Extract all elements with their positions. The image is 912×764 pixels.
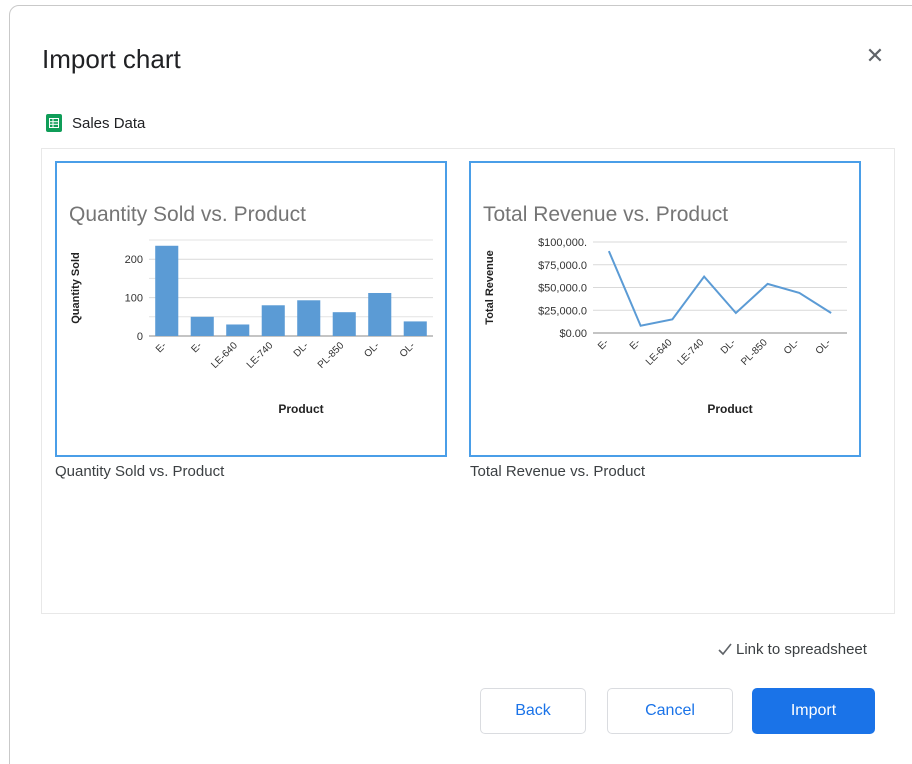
x-tick-label: DL- (719, 337, 738, 356)
x-tick-label: OL- (362, 340, 382, 360)
google-sheets-icon (46, 114, 62, 132)
cancel-button[interactable]: Cancel (607, 688, 733, 734)
series-line (607, 250, 832, 327)
x-tick-label: OL- (814, 337, 834, 357)
close-icon[interactable]: ✕ (863, 44, 887, 68)
x-tick-label: PL-850 (739, 337, 770, 368)
bar (226, 324, 250, 336)
source-name: Sales Data (72, 114, 146, 132)
y-tick-label: $100,000. (538, 237, 587, 249)
link-to-spreadsheet-checkbox[interactable]: Link to spreadsheet (716, 640, 867, 658)
x-tick-label: DL- (292, 340, 311, 359)
x-tick-label: OL- (398, 340, 418, 360)
x-tick-label: E- (190, 340, 205, 355)
chart-caption-total-revenue: Total Revenue vs. Product (470, 463, 646, 480)
bar (190, 316, 214, 336)
y-tick-label: $50,000.0 (538, 283, 587, 295)
x-tick-label: E- (154, 340, 169, 355)
x-axis-label: Product (278, 402, 323, 416)
chart-title: Total Revenue vs. Product (483, 203, 728, 226)
x-tick-label: LE-640 (209, 340, 240, 371)
y-axis-label: Quantity Sold (70, 252, 82, 324)
y-tick-label: 200 (125, 254, 143, 266)
x-tick-label: PL-850 (316, 340, 347, 371)
bar (332, 312, 356, 336)
link-to-spreadsheet-label: Link to spreadsheet (736, 640, 867, 658)
chart-card-total-revenue[interactable]: Total Revenue vs. Product $0.00 $25,000.0 $… (469, 161, 861, 457)
dialog-title: Import chart (42, 44, 181, 74)
bar (368, 292, 392, 336)
y-axis-label: Total Revenue (484, 250, 496, 324)
total-revenue-chart: Total Revenue vs. Product $0.00 $25,000.0 $… (483, 203, 847, 416)
x-tick-label: LE-740 (676, 337, 707, 368)
checkmark-icon (718, 643, 732, 656)
x-tick-label: E- (628, 337, 643, 352)
x-tick-label: E- (596, 337, 611, 352)
bar (155, 245, 179, 336)
y-tick-label: 0 (137, 331, 143, 343)
chart-card-quantity-sold[interactable]: Quantity Sold vs. Product 0 100 200 E- E- LE-6… (55, 161, 447, 457)
y-tick-label: 100 (125, 293, 143, 305)
y-tick-label: $75,000.0 (538, 260, 587, 272)
x-axis-label: Product (707, 402, 752, 416)
bar (403, 321, 427, 336)
chart-gallery: Quantity Sold vs. Product 0 100 200 E- E- LE-6… (41, 148, 895, 614)
quantity-sold-chart: Quantity Sold vs. Product 0 100 200 E- E- LE-6… (69, 203, 433, 416)
bar (297, 300, 321, 336)
y-tick-label: $0.00 (559, 328, 587, 340)
chart-caption-quantity-sold: Quantity Sold vs. Product (55, 463, 225, 480)
x-tick-label: OL- (782, 337, 802, 357)
chart-title: Quantity Sold vs. Product (69, 203, 306, 226)
back-button[interactable]: Back (480, 688, 586, 734)
bar (261, 305, 285, 336)
x-tick-label: LE-740 (245, 340, 276, 371)
y-tick-label: $25,000.0 (538, 305, 587, 317)
x-tick-label: LE-640 (644, 337, 675, 368)
import-chart-dialog: Import chart ✕ Sales Data Quantity Sold … (9, 5, 912, 764)
source-spreadsheet: Sales Data (46, 113, 145, 133)
import-button[interactable]: Import (752, 688, 875, 734)
